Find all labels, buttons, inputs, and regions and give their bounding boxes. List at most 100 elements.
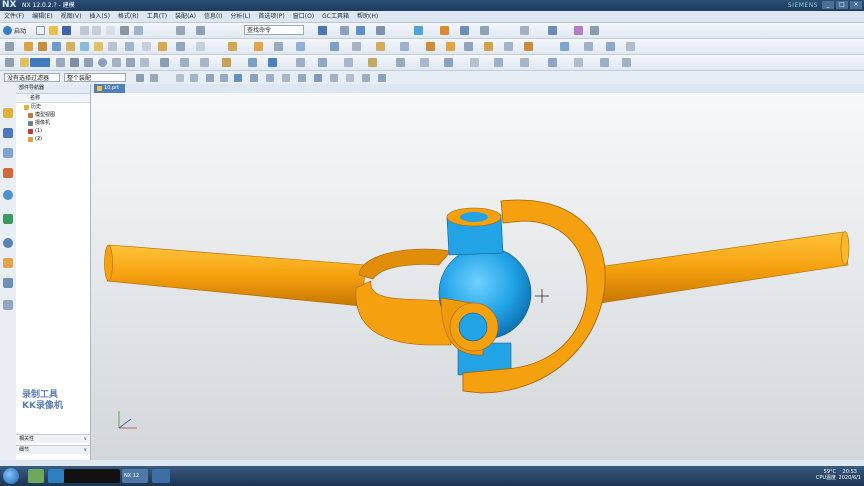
menu-format[interactable]: 格式(R) bbox=[114, 11, 143, 22]
trim-body-icon[interactable] bbox=[330, 42, 339, 51]
block-icon[interactable] bbox=[66, 42, 75, 51]
offset-curve-icon[interactable] bbox=[396, 58, 405, 67]
dimension-icon[interactable] bbox=[222, 58, 231, 67]
move-face-icon[interactable] bbox=[400, 42, 409, 51]
swept-icon[interactable] bbox=[606, 42, 615, 51]
edit-curve-icon[interactable] bbox=[548, 58, 557, 67]
menu-insert[interactable]: 插入(S) bbox=[85, 11, 114, 22]
render-style-icon[interactable] bbox=[376, 26, 385, 35]
curve-line-icon[interactable] bbox=[296, 58, 305, 67]
offset-face-icon[interactable] bbox=[296, 42, 305, 51]
intersect-icon[interactable] bbox=[142, 42, 151, 51]
graphics-window[interactable] bbox=[91, 93, 864, 460]
point-icon[interactable] bbox=[160, 58, 169, 67]
snap-center-icon[interactable] bbox=[266, 74, 274, 82]
start-button[interactable] bbox=[3, 468, 19, 484]
constraint-icon[interactable] bbox=[464, 42, 473, 51]
layer-icon[interactable] bbox=[460, 26, 469, 35]
finish-sketch-icon[interactable] bbox=[20, 58, 29, 67]
model-view[interactable] bbox=[91, 93, 864, 460]
command-search-input[interactable]: 查找命令 bbox=[244, 25, 304, 35]
revolve-icon[interactable] bbox=[38, 42, 47, 51]
maximize-button[interactable]: □ bbox=[836, 1, 848, 9]
close-button[interactable]: × bbox=[850, 1, 862, 9]
select-all-icon[interactable] bbox=[176, 74, 184, 82]
arrangement-icon[interactable] bbox=[524, 42, 533, 51]
view-icon[interactable] bbox=[590, 26, 599, 35]
ruled-icon[interactable] bbox=[626, 42, 635, 51]
surface-icon[interactable] bbox=[560, 42, 569, 51]
constraint-navigator-tab-icon[interactable] bbox=[3, 148, 13, 158]
reuse-library-tab-icon[interactable] bbox=[3, 168, 13, 178]
profile-icon[interactable] bbox=[56, 58, 65, 67]
snap-control-icon[interactable] bbox=[234, 74, 242, 82]
selection-icon[interactable] bbox=[176, 26, 185, 35]
fit-view-icon[interactable] bbox=[318, 26, 327, 35]
snap-bounded-icon[interactable] bbox=[346, 74, 354, 82]
cut-icon[interactable] bbox=[106, 26, 115, 35]
snap-curve-icon[interactable] bbox=[314, 74, 322, 82]
snap-face-icon[interactable] bbox=[330, 74, 338, 82]
menu-edit[interactable]: 编辑(E) bbox=[28, 11, 56, 22]
app-taskbar-icon[interactable] bbox=[152, 469, 170, 483]
clock[interactable]: 20:53 2020/6/1 bbox=[839, 469, 861, 481]
draft-icon[interactable] bbox=[228, 42, 237, 51]
helix-icon[interactable] bbox=[344, 58, 353, 67]
wcs-icon[interactable] bbox=[480, 26, 489, 35]
start-icon[interactable] bbox=[3, 26, 12, 35]
pattern-icon[interactable] bbox=[254, 42, 263, 51]
process-studio-tab-icon[interactable] bbox=[3, 258, 13, 268]
tree-item-feature-2[interactable]: (2) bbox=[16, 135, 90, 143]
menu-analysis[interactable]: 分析(L) bbox=[226, 11, 254, 22]
project-curve-icon[interactable] bbox=[420, 58, 429, 67]
snap-tangent-icon[interactable] bbox=[362, 74, 370, 82]
undo-icon[interactable] bbox=[80, 26, 89, 35]
system-scenes-tab-icon[interactable] bbox=[3, 300, 13, 310]
dependencies-panel[interactable]: 相关性 ∨ bbox=[16, 434, 90, 443]
snap-endpoint-icon[interactable] bbox=[206, 74, 214, 82]
through-curves-icon[interactable] bbox=[584, 42, 593, 51]
browser-taskbar-icon[interactable] bbox=[48, 469, 64, 483]
snap-midpoint-icon[interactable] bbox=[220, 74, 228, 82]
edge-blend-icon[interactable] bbox=[158, 42, 167, 51]
filter-reset-icon[interactable] bbox=[150, 74, 158, 82]
menu-file[interactable]: 文件(F) bbox=[0, 11, 28, 22]
redo-icon[interactable] bbox=[92, 26, 101, 35]
tab-part[interactable]: 10.prt bbox=[94, 84, 126, 93]
explorer-taskbar-icon[interactable] bbox=[28, 469, 44, 483]
more-curves-icon[interactable] bbox=[622, 58, 631, 67]
join-curve-icon[interactable] bbox=[494, 58, 503, 67]
tree-item-history[interactable]: 历史 bbox=[16, 103, 90, 111]
mirror-icon[interactable] bbox=[274, 42, 283, 51]
extrude-icon[interactable] bbox=[24, 42, 33, 51]
clock-tab-icon[interactable] bbox=[3, 238, 13, 248]
extend-icon[interactable] bbox=[200, 58, 209, 67]
trim-icon[interactable] bbox=[180, 58, 189, 67]
bridge-curve-icon[interactable] bbox=[470, 58, 479, 67]
assembly-icon[interactable] bbox=[426, 42, 435, 51]
roles-tab-icon[interactable] bbox=[3, 278, 13, 288]
intersection-curve-icon[interactable] bbox=[444, 58, 453, 67]
section-view-icon[interactable] bbox=[440, 26, 449, 35]
analysis-icon[interactable] bbox=[548, 26, 557, 35]
menu-tools[interactable]: 工具(T) bbox=[143, 11, 171, 22]
spline-icon[interactable] bbox=[318, 58, 327, 67]
tree-item-camera[interactable]: 摄像机 bbox=[16, 119, 90, 127]
constraint-sketch-icon[interactable] bbox=[248, 58, 257, 67]
snap-point-icon[interactable] bbox=[298, 74, 306, 82]
chamfer-icon[interactable] bbox=[176, 42, 185, 51]
scope-select[interactable]: 整个装配 bbox=[64, 73, 126, 82]
delete-icon[interactable] bbox=[120, 26, 129, 35]
menu-help[interactable]: 帮助(H) bbox=[353, 11, 382, 22]
divide-curve-icon[interactable] bbox=[520, 58, 529, 67]
color-icon[interactable] bbox=[574, 26, 583, 35]
sketch-icon[interactable] bbox=[5, 42, 14, 51]
details-panel[interactable]: 细节 ∨ bbox=[16, 445, 90, 454]
cylinder-icon[interactable] bbox=[80, 42, 89, 51]
tree-item-feature-1[interactable]: (1) bbox=[16, 127, 90, 135]
sphere-icon[interactable] bbox=[94, 42, 103, 51]
add-component-icon[interactable] bbox=[446, 42, 455, 51]
rectangle-icon[interactable] bbox=[112, 58, 121, 67]
smooth-spline-icon[interactable] bbox=[600, 58, 609, 67]
shell-icon[interactable] bbox=[196, 42, 205, 51]
